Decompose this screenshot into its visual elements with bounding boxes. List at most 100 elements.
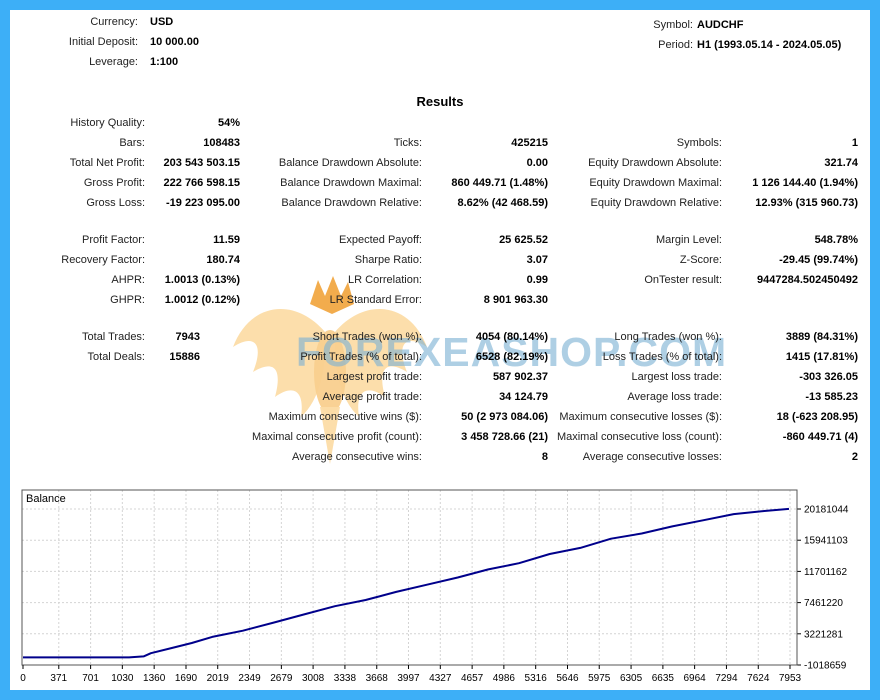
- stats-group-ratios-right: Margin Level: 548.78% Z-Score: -29.45 (99.7…: [548, 230, 858, 290]
- currency-value: USD: [150, 16, 174, 28]
- chart-legend-balance: Balance: [26, 493, 66, 505]
- x-tick-label: 2679: [270, 673, 293, 684]
- stat-row: Total Trades: 7943: [22, 327, 200, 347]
- stats-group-summary-mid: Ticks: 425215 Balance Drawdown Absolute: 0.…: [240, 133, 548, 213]
- stat-label: Expected Payoff:: [339, 234, 422, 246]
- stat-row: LR Correlation: 0.99: [240, 270, 548, 290]
- stats-group-ratios-mid: Expected Payoff: 25 625.52 Sharpe Ratio: 3.…: [240, 230, 548, 310]
- initial-deposit-row: Initial Deposit: 10 000.00: [30, 32, 199, 52]
- stat-value: 222 766 598.15: [163, 177, 240, 189]
- stat-value: 3.07: [526, 254, 548, 266]
- leverage-row: Leverage: 1:100: [30, 52, 199, 72]
- stat-value: 3889 (84.31%): [785, 331, 858, 343]
- symbol-value: AUDCHF: [697, 19, 744, 31]
- stat-value: 8.62% (42 468.59): [457, 197, 548, 209]
- stat-label: AHPR:: [111, 274, 145, 286]
- stat-value: 321.74: [824, 157, 858, 169]
- stat-row: Average profit trade: 34 124.79: [240, 387, 548, 407]
- x-tick-label: 5975: [588, 673, 611, 684]
- stat-label: Gross Profit:: [83, 177, 145, 189]
- x-tick-label: 3008: [302, 673, 325, 684]
- stat-value: 1415 (17.81%): [785, 351, 858, 363]
- stat-value: 1 126 144.40 (1.94%): [752, 177, 858, 189]
- stat-row: History Quality: 54%: [22, 113, 240, 133]
- y-tick-label: 15941103: [804, 536, 848, 547]
- x-tick-label: 0: [20, 673, 26, 684]
- stat-label: LR Standard Error:: [329, 294, 422, 306]
- stat-value: -303 326.05: [799, 371, 858, 383]
- stat-row: Maximal consecutive profit (count): 3 458…: [240, 427, 548, 447]
- stat-label: Short Trades (won %):: [312, 331, 422, 343]
- y-tick-label: 3221281: [804, 629, 843, 640]
- stat-value: 7943: [175, 331, 200, 343]
- stat-label: Balance Drawdown Relative:: [281, 197, 422, 209]
- stat-value: 548.78%: [814, 234, 858, 246]
- stat-label: Gross Loss:: [86, 197, 145, 209]
- stat-value: 50 (2 973 084.06): [461, 411, 548, 423]
- stat-row: Average loss trade: -13 585.23: [548, 387, 858, 407]
- stat-value: 18 (-623 208.95): [776, 411, 858, 423]
- stat-label: Maximal consecutive profit (count):: [252, 431, 422, 443]
- stat-value: 25 625.52: [499, 234, 548, 246]
- stat-value: 587 902.37: [492, 371, 548, 383]
- stat-label: Maximal consecutive loss (count):: [556, 431, 722, 443]
- stat-value: 180.74: [206, 254, 240, 266]
- x-tick-label: 1690: [175, 673, 198, 684]
- stat-row: Gross Loss: -19 223 095.00: [22, 193, 240, 213]
- stat-value: 8 901 963.30: [483, 294, 548, 306]
- stat-row: Total Net Profit: 203 543 503.15: [22, 153, 240, 173]
- stat-label: Largest profit trade:: [326, 371, 422, 383]
- x-tick-label: 6305: [620, 673, 643, 684]
- balance-chart: 20181044 15941103 11701162 7461220 3221281 -1…: [20, 489, 849, 684]
- x-tick-label: 7953: [779, 673, 802, 684]
- y-tick-label: 11701162: [804, 567, 847, 578]
- stat-value: 11.59: [213, 234, 240, 246]
- stat-row: Balance Drawdown Relative: 8.62% (42 468.…: [240, 193, 548, 213]
- stats-group-ratios-left: Profit Factor: 11.59 Recovery Factor: 180.7…: [22, 230, 240, 310]
- stat-value: 860 449.71 (1.48%): [451, 177, 548, 189]
- x-tick-label: 2019: [207, 673, 230, 684]
- x-tick-label: 7294: [715, 673, 738, 684]
- stat-label: Bars:: [119, 137, 145, 149]
- x-tick-label: 3668: [366, 673, 389, 684]
- stat-label: Largest loss trade:: [631, 371, 723, 383]
- backtest-report: FOREXEASHOP.COM Currency: USD Initial De…: [0, 0, 880, 700]
- x-tick-label: 6964: [683, 673, 706, 684]
- stats-group-summary-left: History Quality: 54% Bars: 108483 Total Net …: [22, 113, 240, 213]
- stat-row: Recovery Factor: 180.74: [22, 250, 240, 270]
- stats-group-trades-left: Total Trades: 7943 Total Deals: 15886: [22, 327, 200, 367]
- stat-row: AHPR: 1.0013 (0.13%): [22, 270, 240, 290]
- stat-row: Symbols: 1: [548, 133, 858, 153]
- stat-value: 4054 (80.14%): [475, 331, 548, 343]
- stats-group-trades-right: Long Trades (won %): 3889 (84.31%) Loss Tr…: [548, 327, 858, 467]
- results-title: Results: [416, 94, 464, 109]
- period-label: Period:: [658, 39, 693, 51]
- stat-row: Margin Level: 548.78%: [548, 230, 858, 250]
- stat-row: Total Deals: 15886: [22, 347, 200, 367]
- initial-deposit-label: Initial Deposit:: [68, 36, 138, 48]
- y-tick-label: 7461220: [804, 598, 843, 609]
- plot-area: [22, 490, 797, 665]
- header-right: Symbol: AUDCHF Period: H1 (1993.05.14 - …: [555, 15, 841, 55]
- stat-row: Short Trades (won %): 4054 (80.14%): [240, 327, 548, 347]
- stat-label: Margin Level:: [655, 234, 722, 246]
- stat-row: Gross Profit: 222 766 598.15: [22, 173, 240, 193]
- stat-value: 6528 (82.19%): [475, 351, 548, 363]
- stat-label: Average loss trade:: [627, 391, 722, 403]
- stat-label: Profit Trades (% of total):: [300, 351, 422, 363]
- x-tick-label: 1360: [143, 673, 166, 684]
- stat-value: 3 458 728.66 (21): [461, 431, 548, 443]
- stat-row: Long Trades (won %): 3889 (84.31%): [548, 327, 858, 347]
- x-tick-label: 4327: [429, 673, 452, 684]
- stat-value: 108483: [203, 137, 240, 149]
- x-tick-label: 3997: [397, 673, 420, 684]
- stat-row: Largest profit trade: 587 902.37: [240, 367, 548, 387]
- leverage-value: 1:100: [150, 56, 179, 68]
- x-tick-label: 2349: [238, 673, 261, 684]
- stat-label: Sharpe Ratio:: [354, 254, 422, 266]
- stat-label: Long Trades (won %):: [614, 331, 722, 343]
- stat-value: 425215: [511, 137, 548, 149]
- stat-value: -860 449.71 (4): [782, 431, 858, 443]
- x-tick-label: 5646: [556, 673, 579, 684]
- currency-label: Currency:: [90, 16, 138, 28]
